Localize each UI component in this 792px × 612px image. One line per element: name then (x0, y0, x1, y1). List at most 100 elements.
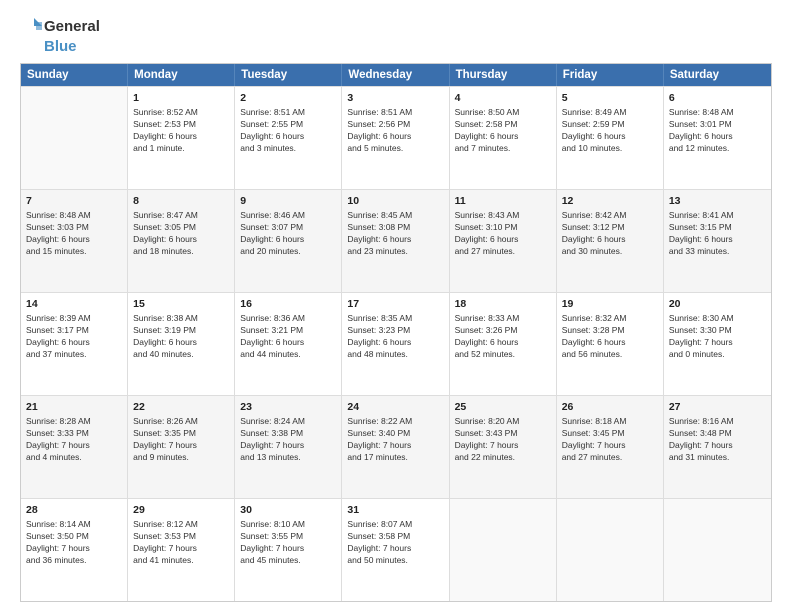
cal-cell-day-1: 1 Sunrise: 8:52 AM Sunset: 2:53 PM Daylig… (128, 87, 235, 189)
day-number: 16 (240, 297, 336, 311)
cal-cell-empty (557, 499, 664, 601)
cell-info: Sunrise: 8:50 AM Sunset: 2:58 PM Dayligh… (455, 107, 551, 155)
weekday-saturday: Saturday (664, 64, 771, 86)
day-number: 8 (133, 194, 229, 208)
cal-row-2: 14 Sunrise: 8:39 AM Sunset: 3:17 PM Dayli… (21, 292, 771, 395)
cal-cell-day-23: 23 Sunrise: 8:24 AM Sunset: 3:38 PM Dayli… (235, 396, 342, 498)
day-number: 13 (669, 194, 766, 208)
cal-cell-day-30: 30Sunrise: 8:10 AM Sunset: 3:55 PM Dayli… (235, 499, 342, 601)
day-number: 18 (455, 297, 551, 311)
cal-cell-day-29: 29 Sunrise: 8:12 AM Sunset: 3:53 PM Dayli… (128, 499, 235, 601)
day-number: 29 (133, 503, 229, 517)
cell-info: Sunrise: 8:43 AM Sunset: 3:10 PM Dayligh… (455, 210, 551, 258)
cell-info: Sunrise: 8:26 AM Sunset: 3:35 PM Dayligh… (133, 416, 229, 464)
day-number: 7 (26, 194, 122, 208)
day-number: 5 (562, 91, 658, 105)
cell-info: Sunrise: 8:16 AM Sunset: 3:48 PM Dayligh… (669, 416, 766, 464)
logo-icon (20, 16, 42, 38)
cal-row-4: 28 Sunrise: 8:14 AM Sunset: 3:50 PM Dayli… (21, 498, 771, 601)
header: General Blue (20, 16, 772, 55)
cal-cell-day-31: 31 Sunrise: 8:07 AM Sunset: 3:58 PM Dayli… (342, 499, 449, 601)
day-number: 19 (562, 297, 658, 311)
cell-info: Sunrise: 8:28 AM Sunset: 3:33 PM Dayligh… (26, 416, 122, 464)
day-number: 6 (669, 91, 766, 105)
cell-info: Sunrise: 8:51 AM Sunset: 2:55 PM Dayligh… (240, 107, 336, 155)
weekday-tuesday: Tuesday (235, 64, 342, 86)
cell-info: Sunrise: 8:51 AM Sunset: 2:56 PM Dayligh… (347, 107, 443, 155)
cell-info: Sunrise: 8:07 AM Sunset: 3:58 PM Dayligh… (347, 519, 443, 567)
day-number: 11 (455, 194, 551, 208)
cal-cell-day-25: 25Sunrise: 8:20 AM Sunset: 3:43 PM Dayli… (450, 396, 557, 498)
logo-general: General (44, 18, 100, 35)
cal-cell-day-3: 3Sunrise: 8:51 AM Sunset: 2:56 PM Daylig… (342, 87, 449, 189)
day-number: 26 (562, 400, 658, 414)
cal-cell-day-28: 28 Sunrise: 8:14 AM Sunset: 3:50 PM Dayli… (21, 499, 128, 601)
cell-info: Sunrise: 8:45 AM Sunset: 3:08 PM Dayligh… (347, 210, 443, 258)
day-number: 10 (347, 194, 443, 208)
day-number: 2 (240, 91, 336, 105)
cal-cell-day-5: 5 Sunrise: 8:49 AM Sunset: 2:59 PM Daylig… (557, 87, 664, 189)
cell-info: Sunrise: 8:18 AM Sunset: 3:45 PM Dayligh… (562, 416, 658, 464)
calendar-body: 1 Sunrise: 8:52 AM Sunset: 2:53 PM Daylig… (21, 86, 771, 601)
cal-cell-empty (664, 499, 771, 601)
cell-info: Sunrise: 8:48 AM Sunset: 3:01 PM Dayligh… (669, 107, 766, 155)
cal-cell-day-26: 26 Sunrise: 8:18 AM Sunset: 3:45 PM Dayli… (557, 396, 664, 498)
page: General Blue SundayMondayTuesdayWednesda… (0, 0, 792, 612)
cal-cell-day-9: 9Sunrise: 8:46 AM Sunset: 3:07 PM Daylig… (235, 190, 342, 292)
cal-cell-day-10: 10 Sunrise: 8:45 AM Sunset: 3:08 PM Dayli… (342, 190, 449, 292)
cell-info: Sunrise: 8:52 AM Sunset: 2:53 PM Dayligh… (133, 107, 229, 155)
cal-row-0: 1 Sunrise: 8:52 AM Sunset: 2:53 PM Daylig… (21, 86, 771, 189)
cal-cell-day-4: 4 Sunrise: 8:50 AM Sunset: 2:58 PM Daylig… (450, 87, 557, 189)
cal-cell-day-20: 20 Sunrise: 8:30 AM Sunset: 3:30 PM Dayli… (664, 293, 771, 395)
cal-cell-day-2: 2 Sunrise: 8:51 AM Sunset: 2:55 PM Daylig… (235, 87, 342, 189)
cell-info: Sunrise: 8:49 AM Sunset: 2:59 PM Dayligh… (562, 107, 658, 155)
cell-info: Sunrise: 8:42 AM Sunset: 3:12 PM Dayligh… (562, 210, 658, 258)
cell-info: Sunrise: 8:47 AM Sunset: 3:05 PM Dayligh… (133, 210, 229, 258)
cal-cell-day-11: 11 Sunrise: 8:43 AM Sunset: 3:10 PM Dayli… (450, 190, 557, 292)
cal-cell-day-13: 13 Sunrise: 8:41 AM Sunset: 3:15 PM Dayli… (664, 190, 771, 292)
cell-info: Sunrise: 8:36 AM Sunset: 3:21 PM Dayligh… (240, 313, 336, 361)
logo: General Blue (20, 16, 100, 55)
cell-info: Sunrise: 8:22 AM Sunset: 3:40 PM Dayligh… (347, 416, 443, 464)
cal-cell-empty (21, 87, 128, 189)
calendar-header: SundayMondayTuesdayWednesdayThursdayFrid… (21, 64, 771, 86)
day-number: 23 (240, 400, 336, 414)
day-number: 15 (133, 297, 229, 311)
cell-info: Sunrise: 8:20 AM Sunset: 3:43 PM Dayligh… (455, 416, 551, 464)
cell-info: Sunrise: 8:14 AM Sunset: 3:50 PM Dayligh… (26, 519, 122, 567)
cal-cell-day-14: 14 Sunrise: 8:39 AM Sunset: 3:17 PM Dayli… (21, 293, 128, 395)
cal-cell-day-12: 12 Sunrise: 8:42 AM Sunset: 3:12 PM Dayli… (557, 190, 664, 292)
day-number: 20 (669, 297, 766, 311)
cell-info: Sunrise: 8:12 AM Sunset: 3:53 PM Dayligh… (133, 519, 229, 567)
day-number: 14 (26, 297, 122, 311)
logo-blue: Blue (44, 38, 100, 55)
day-number: 31 (347, 503, 443, 517)
cal-cell-empty (450, 499, 557, 601)
day-number: 9 (240, 194, 336, 208)
day-number: 27 (669, 400, 766, 414)
day-number: 4 (455, 91, 551, 105)
cal-cell-day-22: 22Sunrise: 8:26 AM Sunset: 3:35 PM Dayli… (128, 396, 235, 498)
cal-cell-day-16: 16 Sunrise: 8:36 AM Sunset: 3:21 PM Dayli… (235, 293, 342, 395)
cal-row-3: 21Sunrise: 8:28 AM Sunset: 3:33 PM Dayli… (21, 395, 771, 498)
cal-cell-day-18: 18Sunrise: 8:33 AM Sunset: 3:26 PM Dayli… (450, 293, 557, 395)
cal-cell-day-21: 21Sunrise: 8:28 AM Sunset: 3:33 PM Dayli… (21, 396, 128, 498)
day-number: 30 (240, 503, 336, 517)
cell-info: Sunrise: 8:24 AM Sunset: 3:38 PM Dayligh… (240, 416, 336, 464)
calendar: SundayMondayTuesdayWednesdayThursdayFrid… (20, 63, 772, 602)
cell-info: Sunrise: 8:39 AM Sunset: 3:17 PM Dayligh… (26, 313, 122, 361)
cal-cell-day-17: 17 Sunrise: 8:35 AM Sunset: 3:23 PM Dayli… (342, 293, 449, 395)
cell-info: Sunrise: 8:41 AM Sunset: 3:15 PM Dayligh… (669, 210, 766, 258)
cell-info: Sunrise: 8:30 AM Sunset: 3:30 PM Dayligh… (669, 313, 766, 361)
day-number: 28 (26, 503, 122, 517)
day-number: 12 (562, 194, 658, 208)
cell-info: Sunrise: 8:35 AM Sunset: 3:23 PM Dayligh… (347, 313, 443, 361)
weekday-wednesday: Wednesday (342, 64, 449, 86)
day-number: 17 (347, 297, 443, 311)
cal-row-1: 7Sunrise: 8:48 AM Sunset: 3:03 PM Daylig… (21, 189, 771, 292)
weekday-sunday: Sunday (21, 64, 128, 86)
cal-cell-day-27: 27 Sunrise: 8:16 AM Sunset: 3:48 PM Dayli… (664, 396, 771, 498)
weekday-friday: Friday (557, 64, 664, 86)
cal-cell-day-15: 15Sunrise: 8:38 AM Sunset: 3:19 PM Dayli… (128, 293, 235, 395)
day-number: 1 (133, 91, 229, 105)
